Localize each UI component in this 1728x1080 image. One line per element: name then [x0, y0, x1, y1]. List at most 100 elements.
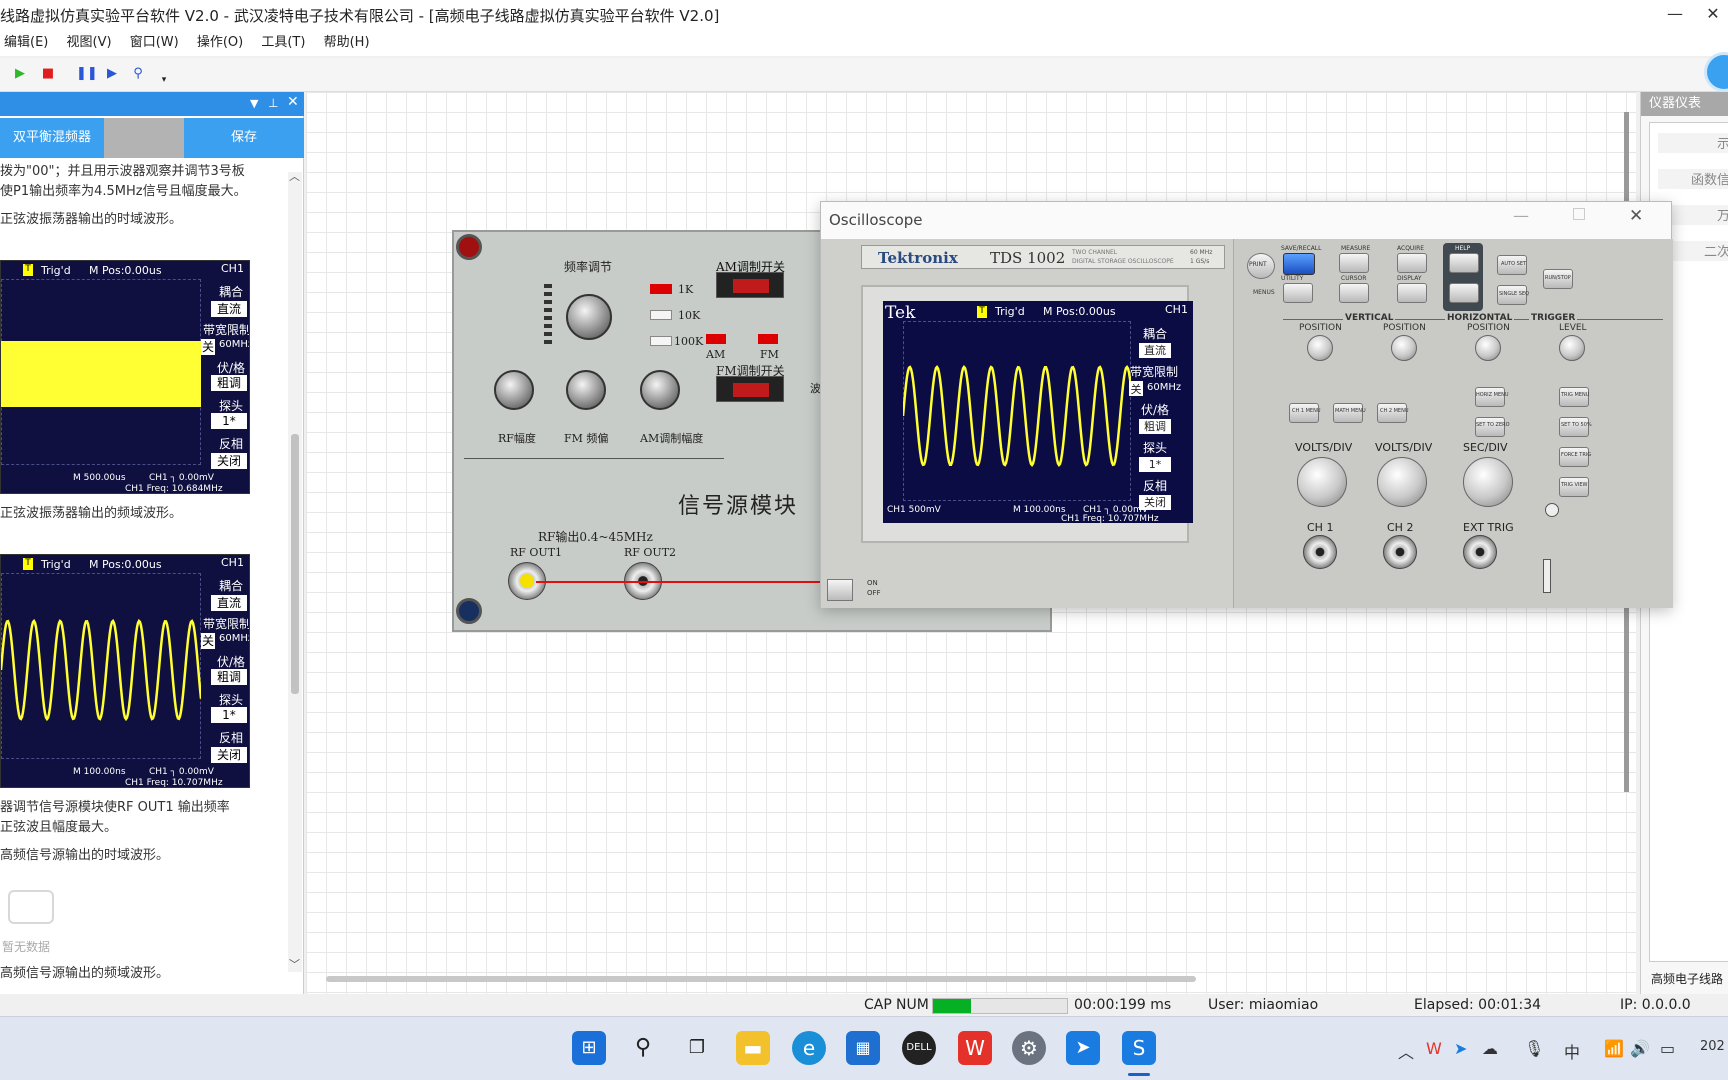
start-icon[interactable]: ⊞ [572, 1031, 606, 1065]
ch2-input-label: CH 2 [1387, 521, 1414, 534]
ime-indicator[interactable]: 中 [1564, 1039, 1580, 1063]
task-view-icon[interactable]: ❐ [680, 1031, 714, 1065]
led-fm [758, 334, 778, 344]
feishu-icon[interactable]: ➤ [1066, 1031, 1100, 1065]
instrument-item[interactable]: 示 [1658, 133, 1728, 153]
vertical-label: VERTICAL [1343, 313, 1396, 323]
wifi-icon[interactable]: 📶 [1604, 1039, 1624, 1058]
run-icon[interactable]: ▶ [12, 66, 28, 82]
store-icon[interactable]: ▦ [846, 1031, 880, 1065]
ch1-volts-div-knob[interactable] [1297, 457, 1347, 507]
vdiv-value: 粗调 [211, 669, 247, 685]
help-button[interactable] [1449, 253, 1479, 273]
trigger-level: CH1 ┐ 0.00mV [149, 473, 214, 483]
cursor-button[interactable] [1339, 283, 1369, 303]
osc-screen: Tek T Trig'd M Pos:0.00us CH1 耦合 直流 带宽限制… [883, 301, 1193, 524]
instrument-item[interactable]: 函数信 [1658, 169, 1728, 189]
menu-tools[interactable]: 工具(T) [254, 30, 312, 56]
minimize-button[interactable]: — [1652, 0, 1698, 30]
menu-help[interactable]: 帮助(H) [317, 30, 377, 56]
ch2-position-knob[interactable] [1391, 335, 1417, 361]
clock[interactable]: 202 [1700, 1039, 1725, 1054]
acquire-button[interactable] [1397, 253, 1427, 273]
ground-lug[interactable] [1543, 559, 1551, 593]
pause-icon[interactable]: ❚❚ [76, 66, 98, 82]
ch1-position-knob[interactable] [1307, 335, 1333, 361]
trig-view-label: TRIG VIEW [1561, 482, 1588, 488]
settings-gear-icon[interactable]: ⚙ [1012, 1031, 1046, 1065]
save-recall-button[interactable] [1283, 253, 1315, 275]
toolbar-overflow-icon[interactable]: ▾ [156, 72, 172, 88]
scroll-up-icon[interactable]: ︿ [289, 168, 300, 184]
battery-icon[interactable]: ▭ [1660, 1039, 1675, 1058]
file-explorer-icon[interactable]: ▬ [736, 1031, 770, 1065]
scroll-down-icon[interactable]: ﹀ [289, 956, 300, 972]
panel-close-icon[interactable]: ✕ [287, 94, 299, 110]
tab-blank[interactable] [104, 118, 184, 158]
am-depth-knob[interactable] [640, 370, 680, 410]
zoom-icon[interactable]: ⚲ [130, 66, 146, 82]
fm-dev-knob[interactable] [566, 370, 606, 410]
oscilloscope-body: Tektronix TDS 1002 TWO CHANNEL DIGITAL S… [821, 239, 1673, 608]
search-icon[interactable]: ⚲ [626, 1031, 660, 1065]
utility-button[interactable] [1283, 283, 1313, 303]
menu-edit[interactable]: 编辑(E) [0, 30, 55, 56]
display-button[interactable] [1397, 283, 1427, 303]
osc-ch1-scale: CH1 500mV [887, 505, 941, 515]
ground-terminal[interactable] [456, 598, 482, 624]
edge-icon[interactable]: e [792, 1031, 826, 1065]
tray-wps-icon[interactable]: W [1426, 1039, 1442, 1058]
module-name: 信号源模块 [678, 494, 799, 519]
onedrive-icon[interactable]: ☁ [1482, 1039, 1498, 1058]
trigger-icon: T [977, 306, 987, 318]
rf-out1-label: RF OUT1 [510, 546, 563, 559]
osc-minimize-icon[interactable]: — [1513, 206, 1529, 225]
ext-trig-connector[interactable] [1463, 535, 1497, 569]
set-50-label: SET TO 50% [1561, 422, 1592, 428]
freq-knob[interactable] [566, 294, 612, 340]
ch2-input-connector[interactable] [1383, 535, 1417, 569]
single-seq-label: SINGLE SEQ [1499, 291, 1530, 297]
panel-scrollbar[interactable]: ︿ ﹀ [288, 170, 302, 972]
probe-comp-terminal[interactable] [1545, 503, 1559, 517]
osc-time-base: M 100.00ns [1013, 505, 1066, 515]
coupling-label: 耦合 [218, 579, 243, 593]
am-switch[interactable] [716, 272, 784, 298]
power-button[interactable] [827, 579, 853, 601]
stop-icon[interactable]: ■ [40, 66, 56, 82]
sec-div-knob[interactable] [1463, 457, 1513, 507]
menu-operation[interactable]: 操作(O) [190, 30, 250, 56]
tray-feishu-icon[interactable]: ➤ [1454, 1039, 1467, 1058]
floating-badge[interactable] [1704, 52, 1728, 92]
pin-icon[interactable]: ⊥ [268, 96, 278, 110]
rf-amp-knob[interactable] [494, 370, 534, 410]
horizontal-scrollbar[interactable] [326, 976, 1196, 982]
wps-icon[interactable]: W [958, 1031, 992, 1065]
dell-icon[interactable]: DELL [902, 1031, 936, 1065]
microphone-icon[interactable]: 🎙 [1524, 1039, 1544, 1058]
ch2-volts-div-knob[interactable] [1377, 457, 1427, 507]
trigger-level-knob[interactable] [1559, 335, 1585, 361]
tab-mixer[interactable]: 双平衡混频器 [0, 118, 104, 158]
oscilloscope-window[interactable]: Oscilloscope — ✕ Tektronix TDS 1002 TWO … [820, 201, 1673, 608]
default-setup-button[interactable] [1449, 283, 1479, 303]
close-button[interactable]: ✕ [1698, 0, 1728, 30]
fm-switch[interactable] [716, 376, 784, 402]
probe-wire[interactable] [536, 581, 826, 583]
tray-expand-icon[interactable]: ︿ [1398, 1039, 1414, 1063]
simulator-app-icon[interactable]: S [1122, 1031, 1156, 1065]
instruction-text: 正弦波振荡器输出的频域波形。 [0, 506, 183, 521]
menu-view[interactable]: 视图(V) [60, 30, 119, 56]
measure-button[interactable] [1339, 253, 1369, 273]
dropdown-icon[interactable]: ▼ [250, 97, 258, 110]
osc-maximize-icon[interactable] [1573, 208, 1585, 220]
menu-window[interactable]: 窗口(W) [123, 30, 186, 56]
step-icon[interactable]: ▶ [104, 66, 120, 82]
osc-close-icon[interactable]: ✕ [1629, 206, 1643, 226]
ch1-input-connector[interactable] [1303, 535, 1337, 569]
scrollbar-thumb[interactable] [291, 434, 299, 694]
save-button[interactable]: 保存 [184, 118, 304, 158]
menu-bar: 编辑(E) 视图(V) 窗口(W) 操作(O) 工具(T) 帮助(H) [0, 30, 1728, 56]
volume-icon[interactable]: 🔊 [1630, 1039, 1650, 1058]
horiz-position-knob[interactable] [1475, 335, 1501, 361]
